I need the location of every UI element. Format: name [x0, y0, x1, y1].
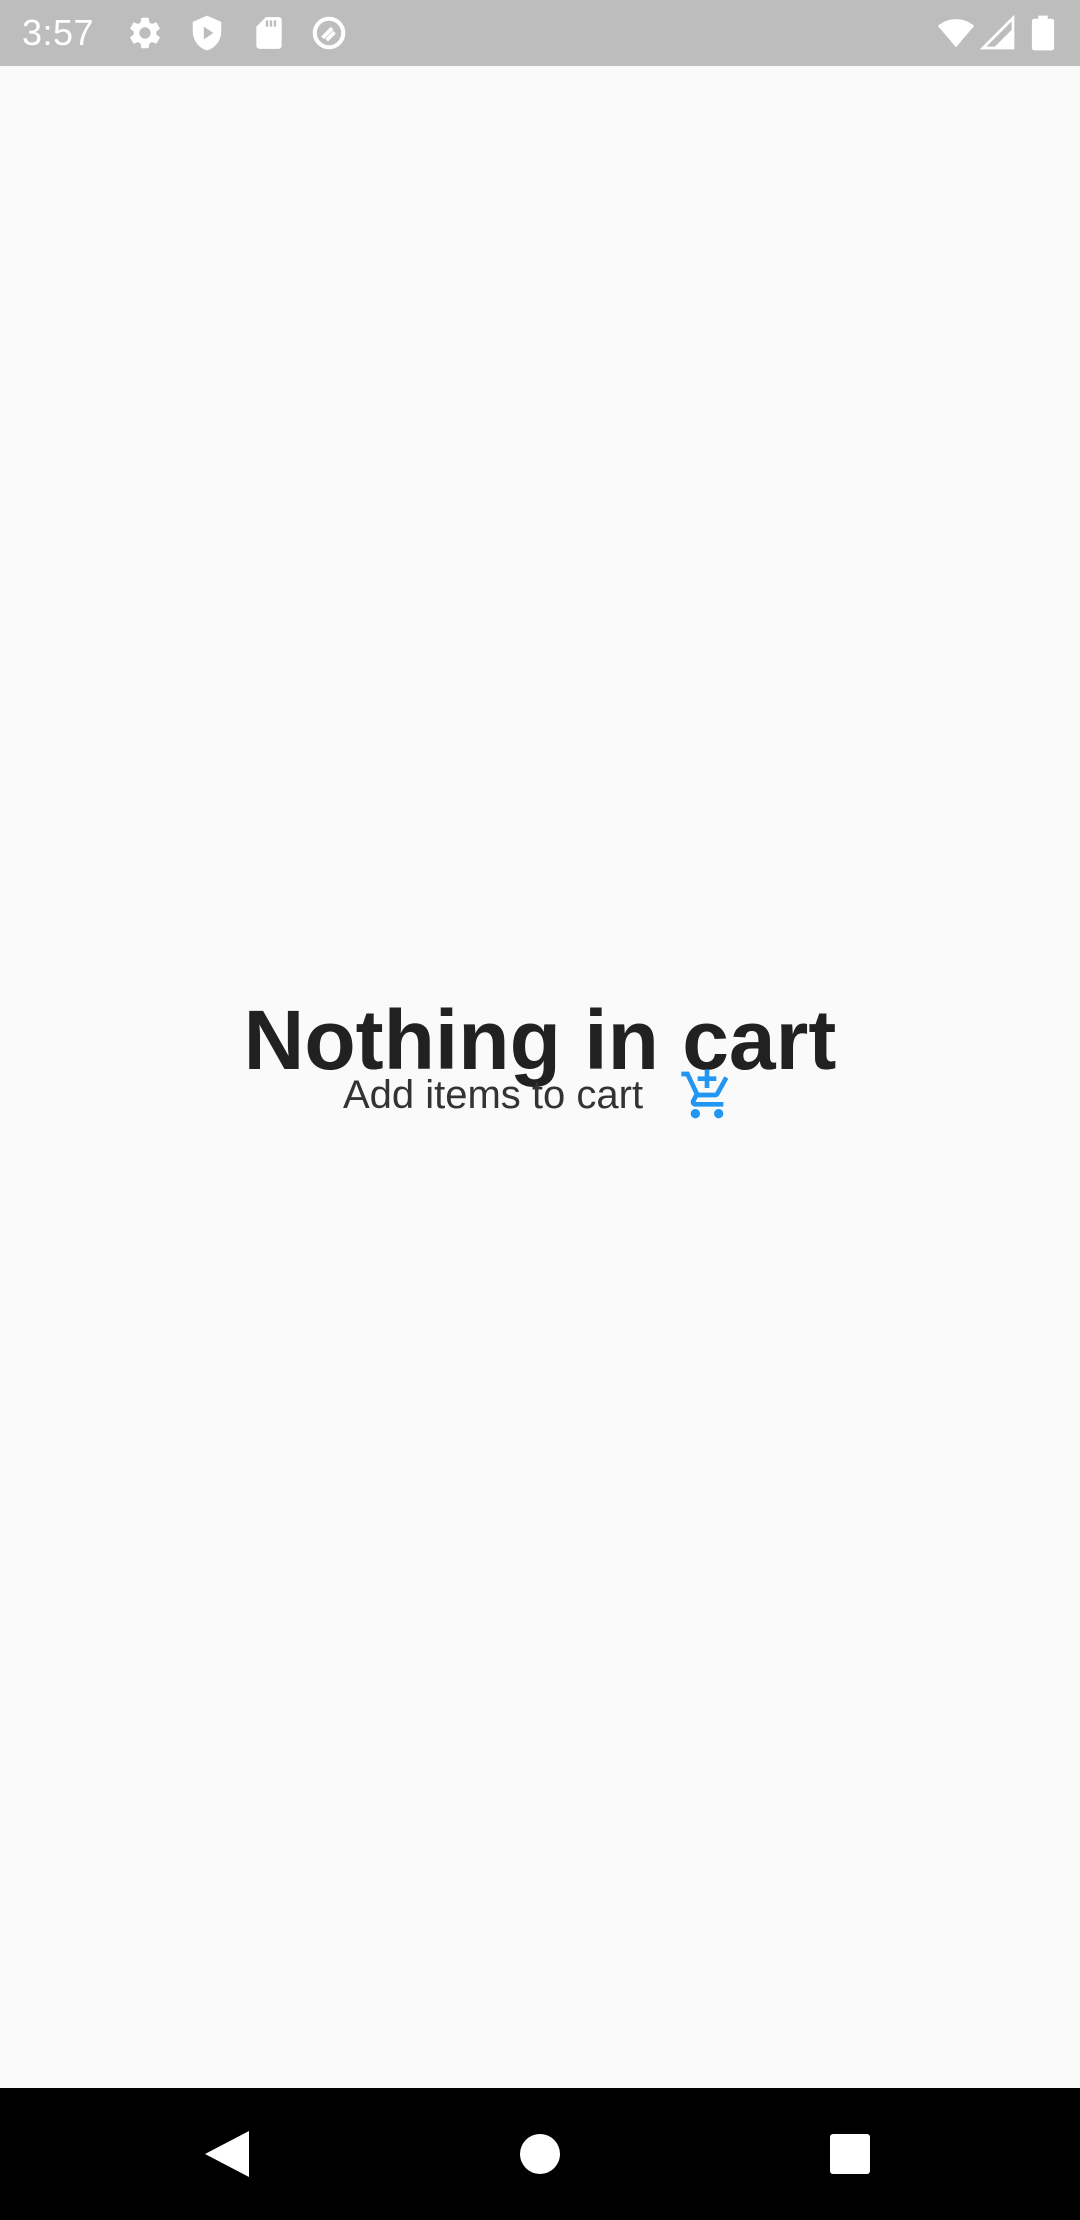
shield-play-icon: [188, 14, 226, 52]
system-nav-bar: [0, 2088, 1080, 2220]
home-button[interactable]: [500, 2114, 580, 2194]
wifi-icon: [936, 14, 976, 52]
back-button[interactable]: [186, 2114, 266, 2194]
vpn-circle-icon: [310, 14, 348, 52]
add-shopping-cart-icon: [681, 1069, 729, 1119]
sd-card-icon: [250, 14, 288, 52]
home-icon: [520, 2134, 560, 2174]
cell-signal-icon: [980, 14, 1016, 52]
status-bar: 3:57: [0, 0, 1080, 66]
add-shopping-cart-button[interactable]: [677, 1065, 737, 1125]
gear-icon: [126, 14, 164, 52]
empty-cart-subtitle: Add items to cart: [342, 1073, 644, 1117]
back-icon: [205, 2131, 249, 2177]
status-time: 3:57: [22, 12, 95, 53]
recents-button[interactable]: [810, 2114, 890, 2194]
battery-icon: [1030, 14, 1056, 52]
recents-icon: [830, 2134, 870, 2174]
empty-cart-subtitle-row: Add items to cart: [0, 1060, 1080, 1130]
